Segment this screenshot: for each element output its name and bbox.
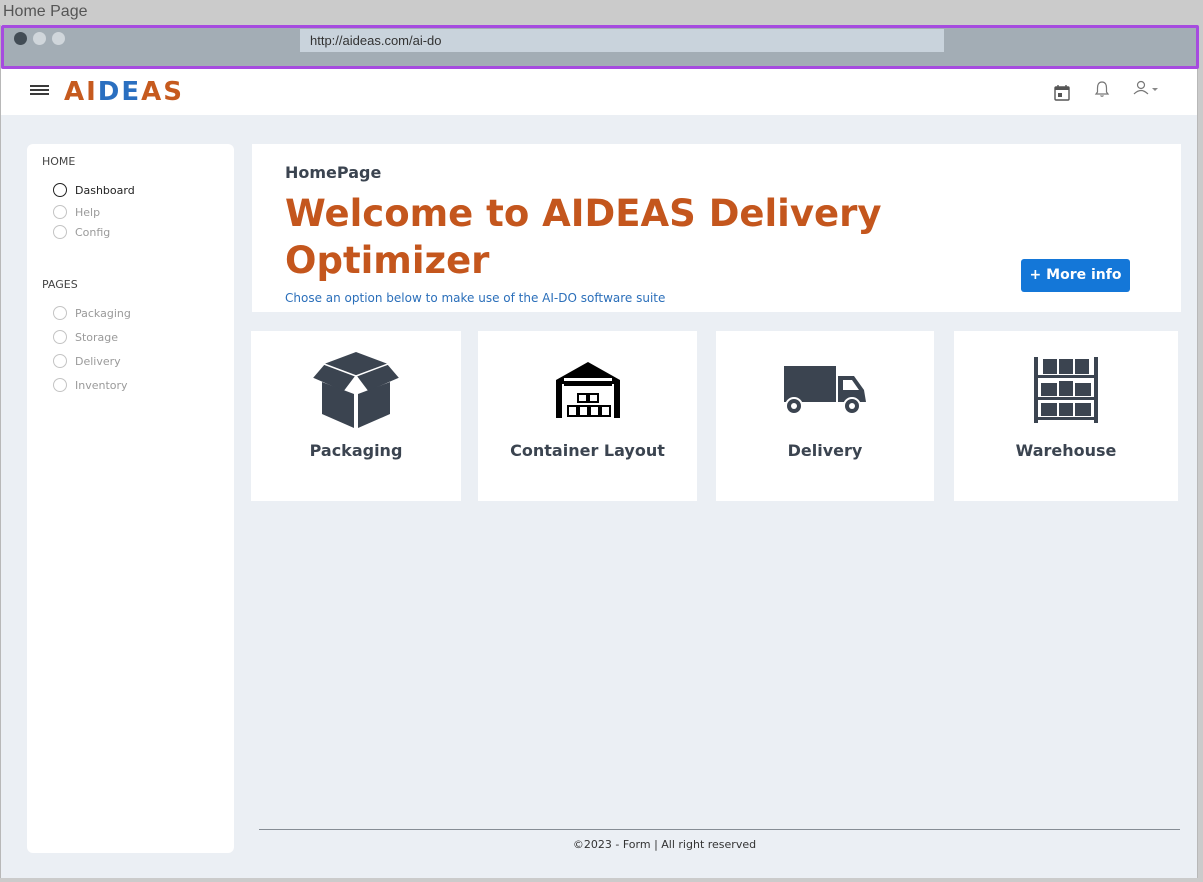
user-menu-icon[interactable]: [1132, 79, 1162, 97]
calendar-icon[interactable]: [1053, 84, 1071, 102]
open-box-icon: [310, 352, 402, 428]
bell-icon[interactable]: [1093, 80, 1111, 98]
card-container-layout[interactable]: Container Layout: [478, 331, 697, 501]
radio-circle-icon: [53, 225, 67, 239]
hero-title: Welcome to AIDEAS Delivery Optimizer: [285, 192, 882, 282]
logo-part-3: AS: [141, 77, 184, 107]
footer-text: ©2023 - Form | All right reserved: [572, 838, 757, 851]
hero-description: Chose an option below to make use of the…: [285, 291, 666, 305]
page-title-bar: Home Page: [0, 0, 1203, 25]
hero-subtitle: HomePage: [285, 163, 382, 182]
logo-part-2: DE: [97, 77, 142, 107]
address-bar[interactable]: http://aideas.com/ai-do: [300, 29, 944, 52]
shelving-icon: [1034, 357, 1098, 423]
sidebar-item-label: Delivery: [75, 354, 121, 368]
radio-circle-icon: [53, 183, 67, 197]
sidebar-item-label: Config: [75, 225, 111, 239]
card-label: Packaging: [309, 441, 403, 460]
more-info-button[interactable]: + More info: [1021, 259, 1130, 292]
sidebar-item-label: Help: [75, 205, 101, 219]
truck-icon: [784, 366, 866, 415]
radio-circle-icon: [53, 306, 67, 320]
warehouse-icon: [555, 362, 620, 418]
sidebar-item-label: Inventory: [75, 378, 128, 392]
card-packaging[interactable]: Packaging: [251, 331, 461, 501]
sidebar-item-delivery[interactable]: Delivery: [53, 352, 121, 370]
sidebar-section-pages: PAGES: [42, 278, 78, 291]
card-warehouse[interactable]: Warehouse: [954, 331, 1178, 501]
footer-divider: [259, 829, 1180, 830]
radio-circle-icon: [53, 330, 67, 344]
page-title: Home Page: [3, 3, 88, 20]
url-text: http://aideas.com/ai-do: [310, 33, 442, 48]
sidebar-item-inventory[interactable]: Inventory: [53, 376, 128, 394]
browser-window: http://aideas.com/ai-do AIDEAS HOME Dash…: [0, 25, 1199, 878]
sidebar-item-label: Storage: [75, 330, 119, 344]
radio-circle-icon: [53, 378, 67, 392]
sidebar-item-config[interactable]: Config: [53, 223, 110, 241]
window-maximize-dot[interactable]: [52, 32, 65, 45]
hero-panel: HomePage Welcome to AIDEAS Delivery Opti…: [252, 144, 1181, 312]
top-navbar: AIDEAS: [1, 69, 1197, 115]
sidebar-section-home: HOME: [42, 155, 76, 168]
logo-part-1: AI: [64, 77, 98, 107]
radio-circle-icon: [53, 354, 67, 368]
card-label: Warehouse: [1015, 441, 1117, 460]
sidebar: HOME Dashboard Help Config PAGES Packagi…: [27, 144, 234, 853]
sidebar-item-label: Dashboard: [75, 183, 135, 197]
hamburger-menu-icon[interactable]: [30, 85, 49, 95]
window-close-dot[interactable]: [14, 32, 27, 45]
card-delivery[interactable]: Delivery: [716, 331, 934, 501]
radio-circle-icon: [53, 205, 67, 219]
sidebar-item-storage[interactable]: Storage: [53, 328, 118, 346]
sidebar-item-dashboard[interactable]: Dashboard: [53, 181, 135, 199]
card-label: Container Layout: [510, 441, 665, 460]
card-label: Delivery: [787, 441, 863, 460]
sidebar-item-packaging[interactable]: Packaging: [53, 304, 131, 322]
browser-toolbar: http://aideas.com/ai-do: [1, 25, 1199, 69]
logo[interactable]: AIDEAS: [64, 77, 184, 107]
sidebar-item-label: Packaging: [75, 306, 131, 320]
window-minimize-dot[interactable]: [33, 32, 46, 45]
sidebar-item-help[interactable]: Help: [53, 203, 100, 221]
